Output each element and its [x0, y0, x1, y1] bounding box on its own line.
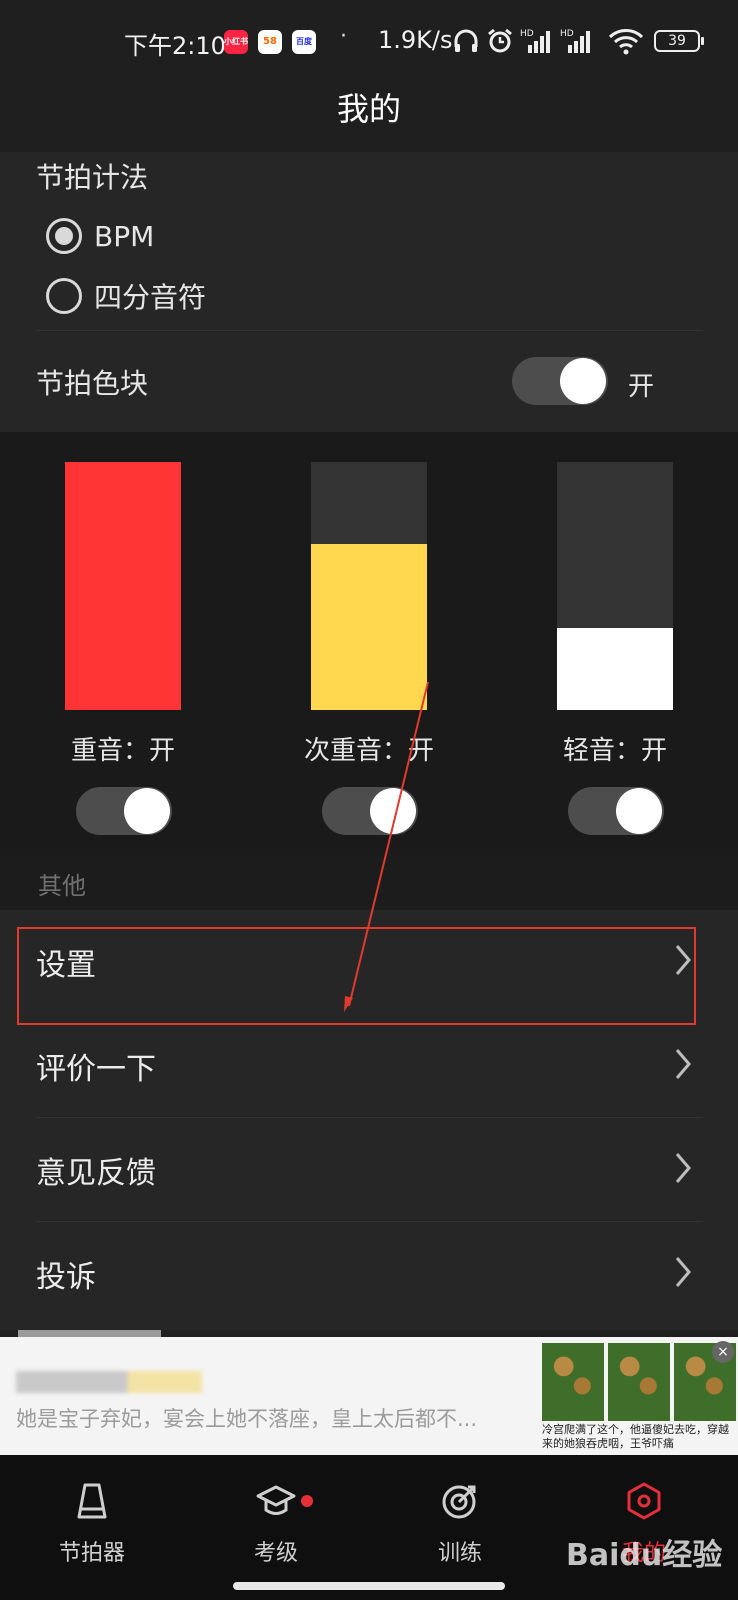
status-bar: 下午2:10 小红书 58 百度 · 1.9K/s HD HD 39: [0, 0, 738, 86]
beat-color-block-state: 开: [628, 372, 655, 402]
secondary-accent-fill: [311, 543, 427, 710]
radio-bpm[interactable]: BPM: [46, 214, 154, 258]
battery-icon: 39: [654, 30, 704, 52]
beat-color-block-label: 节拍色块: [36, 367, 149, 400]
ad-image: [542, 1343, 604, 1421]
ad-description: 她是宝子弃妃，宴会上她不落座，皇上太后都不...: [16, 1407, 478, 1431]
radio-bpm-label: BPM: [94, 219, 155, 253]
beat-color-block-toggle[interactable]: [512, 357, 608, 405]
notification-dot: [301, 1495, 313, 1507]
signal-hd-icon-2: HD: [560, 29, 590, 53]
settings-label: 设置: [36, 948, 96, 983]
radio-unchecked-icon[interactable]: [46, 278, 82, 314]
tab-training-label: 训练: [437, 1541, 482, 1566]
rate-item[interactable]: 评价一下: [0, 1014, 738, 1118]
toggle-knob: [560, 358, 606, 404]
accent-toggle[interactable]: [76, 787, 172, 835]
feedback-label: 意见反馈: [36, 1156, 156, 1191]
ad-banner[interactable]: 她是宝子弃妃，宴会上她不落座，皇上太后都不... 冷宫爬满了这个，他逼傻妃去吃，…: [0, 1337, 738, 1455]
title-bar: 我的: [0, 86, 738, 152]
accent-fill: [65, 462, 181, 710]
feedback-item[interactable]: 意见反馈: [0, 1118, 738, 1222]
chevron-right-icon: [675, 1257, 691, 1287]
tab-exam-label: 考级: [253, 1541, 298, 1566]
tab-metronome[interactable]: 节拍器: [0, 1455, 184, 1575]
toggle-knob: [370, 788, 416, 834]
ad-images[interactable]: 冷宫爬满了这个，他逼傻妃去吃，穿越来的她狼吞虎咽，王爷吓痛 ×: [542, 1337, 738, 1455]
light-beat-toggle[interactable]: [568, 787, 664, 835]
chevron-right-icon: [675, 945, 691, 975]
complaint-label: 投诉: [36, 1260, 96, 1295]
battery-level: 39: [668, 33, 686, 49]
hexagon-settings-icon: [627, 1482, 661, 1520]
toggle-knob: [124, 788, 170, 834]
scroll-indicator: [18, 1330, 161, 1337]
beat-counting-title: 节拍计法: [36, 161, 149, 194]
graduation-cap-icon: [256, 1485, 296, 1515]
secondary-accent-label: 次重音：开: [303, 736, 434, 766]
accent-color-block: [65, 462, 181, 710]
home-indicator[interactable]: [233, 1582, 505, 1590]
ad-image: [608, 1343, 670, 1421]
tab-metronome-label: 节拍器: [58, 1541, 125, 1566]
alarm-icon: [488, 28, 512, 53]
radio-checked-icon[interactable]: [46, 218, 82, 254]
secondary-accent-toggle[interactable]: [322, 787, 418, 835]
chevron-right-icon: [675, 1153, 691, 1183]
target-icon: [442, 1485, 476, 1519]
complaint-item[interactable]: 投诉: [0, 1222, 738, 1326]
network-speed: 1.9K/s: [378, 26, 453, 54]
others-list: 设置 评价一下 意见反馈 投诉: [0, 910, 738, 1330]
chevron-right-icon: [675, 1049, 691, 1079]
settings-item[interactable]: 设置: [0, 910, 738, 1014]
radio-quarter-note-label: 四分音符: [94, 281, 207, 314]
secondary-accent-color-block: [311, 462, 427, 710]
tab-exam[interactable]: 考级: [184, 1455, 368, 1575]
signal-hd-icon-1: HD: [520, 29, 550, 53]
others-header-label: 其他: [38, 872, 86, 900]
others-section-header: 其他: [0, 852, 738, 910]
app-58-icon: 58: [258, 30, 282, 54]
radio-quarter-note[interactable]: 四分音符: [46, 274, 206, 318]
wifi-icon: [608, 29, 644, 55]
xiaohongshu-icon: 小红书: [224, 30, 248, 54]
light-beat-label: 轻音：开: [562, 736, 667, 766]
headphones-icon: [454, 29, 478, 52]
light-beat-color-block: [557, 462, 673, 710]
accent-label: 重音：开: [70, 736, 175, 766]
divider: [36, 330, 702, 331]
close-icon[interactable]: ×: [712, 1341, 734, 1363]
bottom-tab-bar: 节拍器 考级 训练 我的: [0, 1455, 738, 1600]
tab-training[interactable]: 训练: [368, 1455, 552, 1575]
status-dot: ·: [340, 24, 347, 49]
svg-text:HD: HD: [520, 29, 534, 39]
status-time: 下午2:10: [124, 32, 226, 60]
metronome-icon: [77, 1483, 107, 1519]
toggle-knob: [616, 788, 662, 834]
svg-text:HD: HD: [560, 29, 574, 39]
watermark: Baidu经验: [566, 1538, 723, 1573]
page-title: 我的: [336, 90, 401, 128]
light-beat-fill: [557, 628, 673, 710]
ad-title-blurred: [16, 1371, 202, 1393]
baidu-icon: 百度: [292, 30, 316, 54]
rate-label: 评价一下: [36, 1052, 156, 1087]
ad-image-caption: 冷宫爬满了这个，他逼傻妃去吃，穿越来的她狼吞虎咽，王爷吓痛: [542, 1423, 729, 1450]
